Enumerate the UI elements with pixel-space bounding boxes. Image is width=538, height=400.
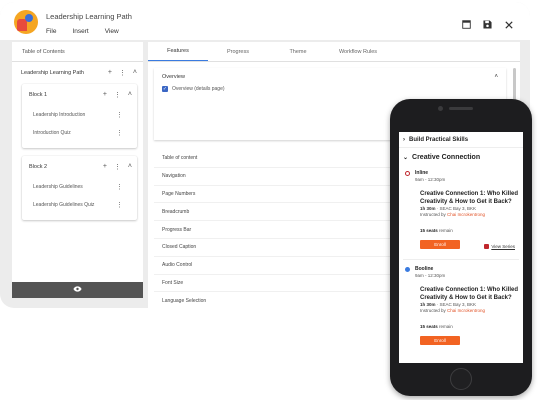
checkbox-checked-icon[interactable]: ✓ bbox=[162, 86, 168, 92]
add-icon[interactable]: + bbox=[103, 163, 107, 171]
seats-suffix: remain bbox=[439, 324, 453, 329]
list-item[interactable]: Introduction Quiz ⋮ bbox=[22, 124, 137, 148]
list-item[interactable]: Leadership Introduction ⋮ bbox=[22, 106, 137, 124]
home-button[interactable] bbox=[450, 368, 472, 390]
menu-file[interactable]: File bbox=[46, 28, 56, 35]
menu-insert[interactable]: Insert bbox=[72, 28, 88, 35]
save-icon[interactable] bbox=[482, 19, 493, 30]
mode-label: Inline bbox=[415, 170, 429, 176]
seats-remaining: 15 seats remain bbox=[420, 324, 523, 329]
session-card: Booline 9am - 12:30pm Creative Connectio… bbox=[399, 260, 523, 347]
session-mode: Booline bbox=[405, 266, 523, 272]
list-item-label: Leadership Introduction bbox=[33, 112, 86, 118]
session-time: 9am - 12:30pm bbox=[415, 273, 446, 278]
phone-screen: › Build Practical Skills ⌄ Creative Conn… bbox=[399, 132, 523, 363]
more-icon[interactable]: ⋮ bbox=[116, 201, 123, 209]
session-location: SEAC Bay 3, BKK bbox=[439, 302, 477, 307]
session-title[interactable]: Creative Connection 1: Who Killed Creati… bbox=[420, 190, 522, 206]
block-card: Block 2 + ⋮ ˄ Leadership Guidelines ⋮ Le… bbox=[22, 156, 137, 220]
seats-count: 15 seats bbox=[420, 228, 438, 233]
block-title: Block 1 bbox=[29, 92, 48, 98]
session-location: SEAC Bay 3, BKK bbox=[439, 206, 477, 211]
section-title: Build Practical Skills bbox=[409, 136, 469, 143]
series-icon bbox=[484, 244, 490, 249]
chevron-right-icon: › bbox=[403, 136, 405, 143]
session-instructor: Instructed by Chai Incrokentrong bbox=[420, 308, 523, 314]
instructor-prefix: Instructed by bbox=[420, 308, 446, 313]
more-icon[interactable]: ⋮ bbox=[116, 183, 123, 191]
session-card: Inline 9am - 12:30pm Creative Connection… bbox=[399, 166, 523, 251]
chevron-up-icon[interactable]: ˄ bbox=[128, 163, 132, 171]
inline-mode-icon bbox=[405, 170, 410, 176]
list-item-label: Introduction Quiz bbox=[33, 130, 71, 136]
app-title: Leadership Learning Path bbox=[46, 12, 132, 21]
tab-theme[interactable]: Theme bbox=[268, 42, 328, 61]
view-series-label: View Series bbox=[491, 244, 515, 249]
session-time: 9am - 12:30pm bbox=[415, 177, 446, 182]
chevron-down-icon: ⌄ bbox=[403, 154, 409, 161]
speaker-icon bbox=[449, 107, 473, 110]
seats-suffix: remain bbox=[439, 228, 453, 233]
session-instructor: Instructed by Chai Incrokentrong bbox=[420, 212, 523, 218]
session-duration: 1h 30m bbox=[420, 302, 436, 307]
table-of-contents-panel: Table of Contents Leadership Learning Pa… bbox=[12, 42, 143, 298]
section-build-practical-skills[interactable]: › Build Practical Skills bbox=[399, 132, 523, 148]
section-creative-connection[interactable]: ⌄ Creative Connection bbox=[399, 148, 523, 166]
seats-count: 15 seats bbox=[420, 324, 438, 329]
list-item-label: Leadership Guidelines bbox=[33, 184, 83, 190]
overview-checkbox-row[interactable]: ✓ Overview (details page) bbox=[154, 86, 506, 92]
section-title: Creative Connection bbox=[412, 153, 481, 161]
overview-checkbox-label: Overview (details page) bbox=[172, 86, 225, 92]
block-title: Block 2 bbox=[29, 164, 48, 170]
mode-label: Booline bbox=[415, 266, 434, 272]
block-header[interactable]: Block 2 + ⋮ ˄ bbox=[22, 156, 137, 178]
add-icon[interactable]: + bbox=[103, 91, 107, 99]
session-duration: 1h 30m bbox=[420, 206, 436, 211]
view-series-link[interactable]: View Series bbox=[484, 244, 515, 249]
preview-bar[interactable] bbox=[12, 282, 143, 298]
instructor-link[interactable]: Chai Incrokentrong bbox=[447, 212, 485, 217]
online-mode-icon bbox=[405, 266, 410, 272]
more-icon[interactable]: ⋮ bbox=[116, 129, 123, 137]
tab-table-of-contents[interactable]: Table of Contents bbox=[12, 42, 143, 62]
tab-workflow-rules[interactable]: Workflow Rules bbox=[328, 42, 388, 61]
seats-remaining: 15 seats remain bbox=[420, 228, 523, 233]
menu-view[interactable]: View bbox=[105, 28, 119, 35]
session-title[interactable]: Creative Connection 1: Who Killed Creati… bbox=[420, 286, 522, 302]
block-header[interactable]: Block 1 + ⋮ ˄ bbox=[22, 84, 137, 106]
window-controls bbox=[461, 19, 514, 30]
tab-features[interactable]: Features bbox=[148, 42, 208, 61]
overview-title: Overview bbox=[162, 74, 185, 80]
session-mode: Inline bbox=[405, 170, 523, 176]
chevron-up-icon[interactable]: ˄ bbox=[128, 91, 132, 99]
tab-bar: Features Progress Theme Workflow Rules bbox=[148, 42, 520, 62]
enroll-button[interactable]: Enroll bbox=[420, 336, 460, 345]
app-logo bbox=[14, 10, 38, 34]
more-icon[interactable]: ⋮ bbox=[119, 69, 126, 77]
more-icon[interactable]: ⋮ bbox=[116, 111, 123, 119]
tree-root-label: Leadership Learning Path bbox=[21, 70, 84, 76]
add-icon[interactable]: + bbox=[108, 69, 112, 77]
instructor-prefix: Instructed by bbox=[420, 212, 446, 217]
title-bar: Leadership Learning Path File Insert Vie… bbox=[0, 2, 530, 40]
overview-header[interactable]: Overview ˄ bbox=[154, 68, 506, 86]
menu-bar: File Insert View bbox=[46, 28, 119, 35]
close-icon[interactable] bbox=[503, 19, 514, 30]
list-item[interactable]: Leadership Guidelines Quiz ⋮ bbox=[22, 196, 137, 220]
tree-root[interactable]: Leadership Learning Path + ⋮ ˄ bbox=[12, 62, 143, 84]
block-card: Block 1 + ⋮ ˄ Leadership Introduction ⋮ … bbox=[22, 84, 137, 148]
list-item[interactable]: Leadership Guidelines ⋮ bbox=[22, 178, 137, 196]
camera-icon bbox=[438, 106, 443, 111]
more-icon[interactable]: ⋮ bbox=[114, 163, 121, 171]
enroll-button[interactable]: Enroll bbox=[420, 240, 460, 249]
eye-icon[interactable] bbox=[73, 286, 82, 294]
chevron-up-icon[interactable]: ˄ bbox=[133, 69, 137, 77]
instructor-link[interactable]: Chai Incrokentrong bbox=[447, 308, 485, 313]
more-icon[interactable]: ⋮ bbox=[114, 91, 121, 99]
phone-mockup: › Build Practical Skills ⌄ Creative Conn… bbox=[390, 99, 532, 396]
chevron-up-icon[interactable]: ˄ bbox=[494, 74, 498, 80]
fullscreen-icon[interactable] bbox=[461, 19, 472, 30]
tab-progress[interactable]: Progress bbox=[208, 42, 268, 61]
list-item-label: Leadership Guidelines Quiz bbox=[33, 202, 95, 208]
